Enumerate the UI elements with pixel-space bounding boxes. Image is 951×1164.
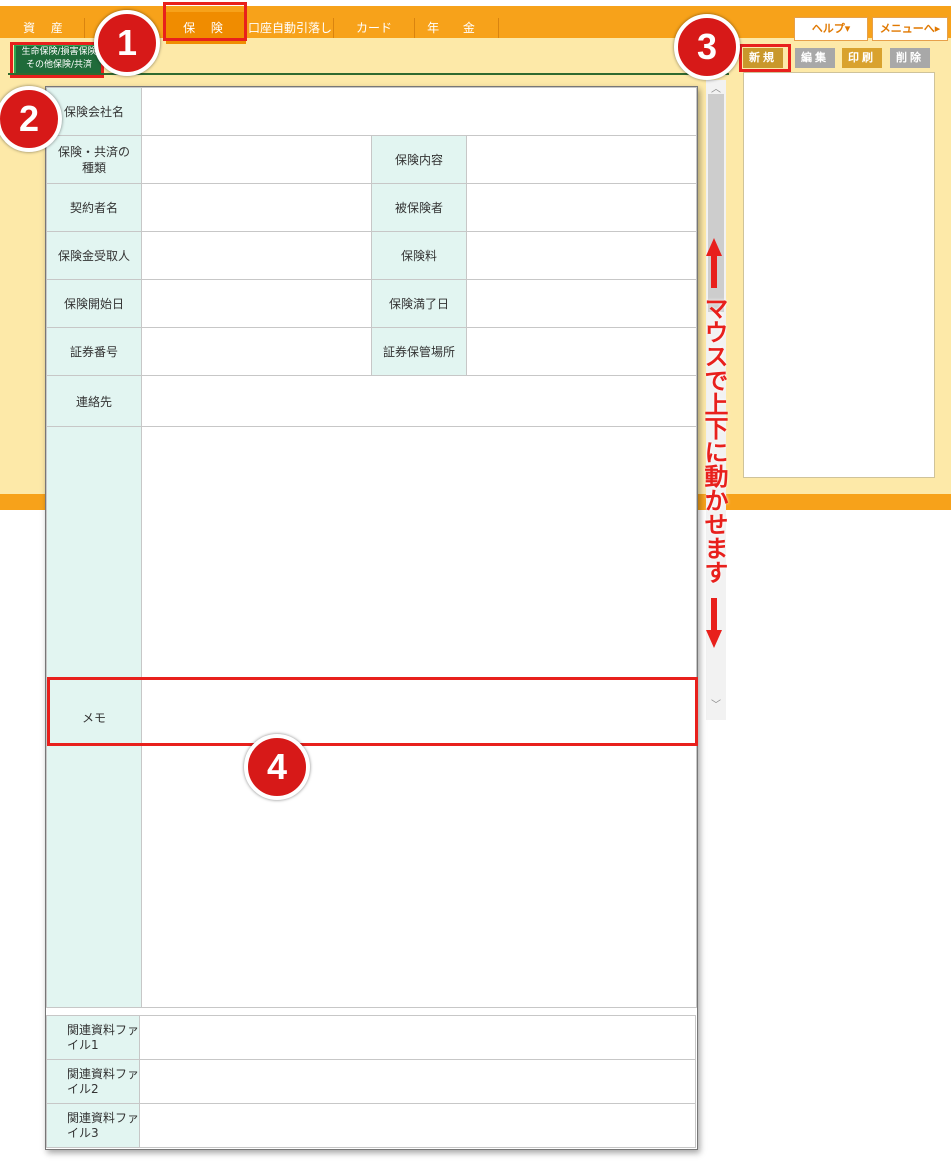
label-premium: 保険料 bbox=[371, 231, 467, 280]
scroll-hint-text: マウスで上下に動かせます bbox=[700, 296, 728, 584]
input-maturity-date[interactable] bbox=[466, 279, 697, 328]
down-arrow-icon bbox=[706, 598, 722, 648]
label-policy-number: 証券番号 bbox=[46, 327, 142, 376]
label-file1: 関連資料ファイル1 bbox=[46, 1015, 140, 1060]
up-arrow-icon bbox=[706, 238, 722, 288]
nav-separator bbox=[414, 18, 415, 38]
label-file2: 関連資料ファイル2 bbox=[46, 1059, 140, 1104]
label-file3: 関連資料ファイル3 bbox=[46, 1103, 140, 1148]
edit-button[interactable]: 編集 bbox=[795, 48, 835, 68]
memo-highlight-box bbox=[47, 677, 698, 746]
help-button[interactable]: ヘルプ▾ bbox=[794, 17, 868, 41]
marker-3: 3 bbox=[674, 14, 740, 80]
tab-highlight-box bbox=[163, 2, 247, 41]
nav-separator bbox=[84, 18, 85, 38]
input-file2[interactable] bbox=[139, 1059, 696, 1104]
input-insured[interactable] bbox=[466, 183, 697, 232]
tab-pension[interactable]: 年 金 bbox=[416, 12, 496, 44]
input-content[interactable] bbox=[466, 135, 697, 184]
input-policy-location[interactable] bbox=[466, 327, 697, 376]
input-beneficiary[interactable] bbox=[141, 231, 372, 280]
label-beneficiary: 保険金受取人 bbox=[46, 231, 142, 280]
input-kind[interactable] bbox=[141, 135, 372, 184]
input-file1[interactable] bbox=[139, 1015, 696, 1060]
label-contact: 連絡先 bbox=[46, 375, 142, 427]
nav-separator bbox=[333, 18, 334, 38]
scroll-up-icon[interactable]: ︿ bbox=[706, 80, 726, 95]
label-content: 保険内容 bbox=[371, 135, 467, 184]
input-start-date[interactable] bbox=[141, 279, 372, 328]
new-highlight-box bbox=[739, 44, 791, 72]
marker-4: 4 bbox=[244, 734, 310, 800]
delete-button[interactable]: 削除 bbox=[890, 48, 930, 68]
input-company[interactable] bbox=[141, 87, 697, 136]
tab-assets[interactable]: 資 産 bbox=[10, 12, 82, 44]
marker-1: 1 bbox=[94, 10, 160, 76]
input-file3[interactable] bbox=[139, 1103, 696, 1148]
menu-button[interactable]: メニューへ▸ bbox=[872, 17, 948, 41]
label-start-date: 保険開始日 bbox=[46, 279, 142, 328]
tab-card[interactable]: カード bbox=[335, 12, 413, 44]
input-contact[interactable] bbox=[141, 375, 697, 427]
input-contractor[interactable] bbox=[141, 183, 372, 232]
insurance-form: 保険会社名 保険・共済の種類 保険内容 契約者名 被保険者 保険金受取人 保険料… bbox=[45, 86, 698, 1150]
label-policy-location: 証券保管場所 bbox=[371, 327, 467, 376]
nav-separator bbox=[498, 18, 499, 38]
label-maturity-date: 保険満了日 bbox=[371, 279, 467, 328]
tab-auto-debit[interactable]: 口座自動引落し bbox=[248, 12, 332, 44]
label-insured: 被保険者 bbox=[371, 183, 467, 232]
input-premium[interactable] bbox=[466, 231, 697, 280]
label-kind: 保険・共済の種類 bbox=[46, 135, 142, 184]
input-policy-number[interactable] bbox=[141, 327, 372, 376]
print-button[interactable]: 印刷 bbox=[842, 48, 882, 68]
label-contractor: 契約者名 bbox=[46, 183, 142, 232]
scroll-down-icon[interactable]: ﹀ bbox=[706, 696, 726, 711]
record-list-panel[interactable] bbox=[743, 72, 935, 478]
